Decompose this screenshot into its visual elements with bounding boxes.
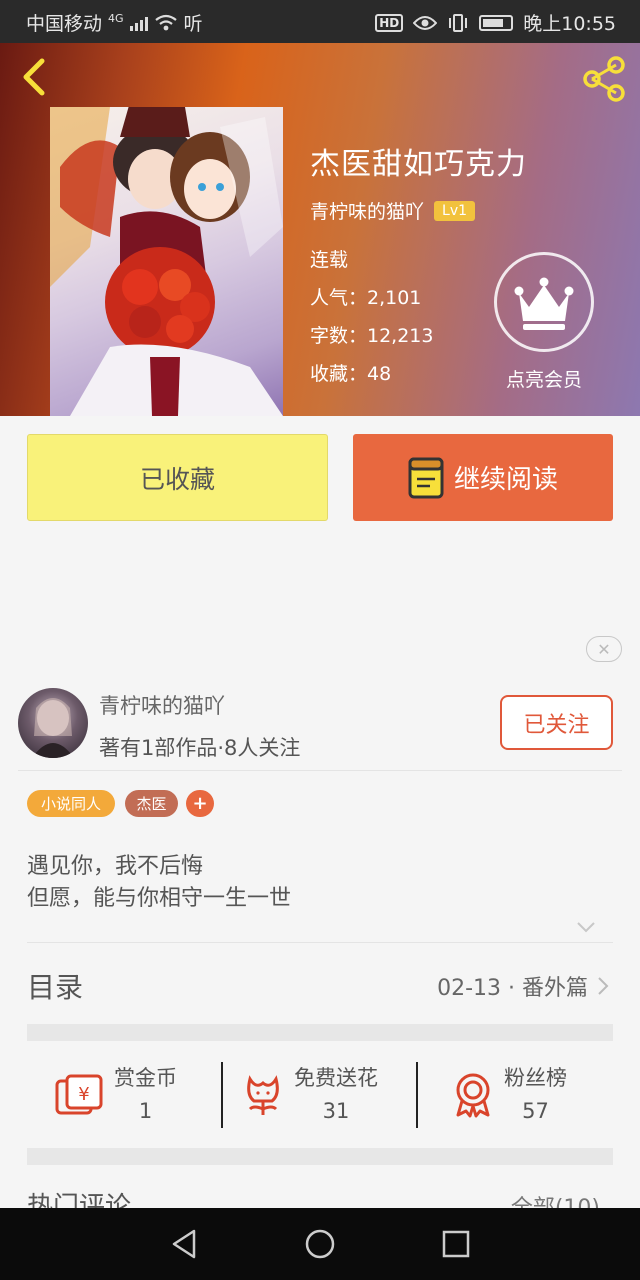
- divider: [27, 942, 613, 943]
- description-line-2: 但愿，能与你相守一生一世: [27, 886, 292, 911]
- nav-recents-icon[interactable]: [442, 1230, 470, 1258]
- serial-status: 连载: [310, 249, 349, 271]
- battery-icon: [479, 14, 514, 31]
- flower-icon: [247, 1075, 279, 1115]
- vip-button[interactable]: [494, 252, 594, 352]
- chevron-right-icon: [598, 977, 609, 995]
- book-author[interactable]: 青柠味的猫吖 Lv1: [310, 197, 476, 224]
- cover-illustration: [50, 107, 283, 416]
- reward-coin-button[interactable]: ¥ 赏金币 1: [54, 1062, 177, 1128]
- fan-ranking-label: 粉丝榜: [504, 1066, 567, 1090]
- tag-fan-fiction[interactable]: 小说同人: [27, 790, 115, 817]
- vip-label[interactable]: 点亮会员: [494, 365, 594, 392]
- author-name[interactable]: 青柠味的猫吖: [310, 197, 424, 224]
- fan-ranking-count: 57: [522, 1099, 549, 1123]
- medal-icon: [456, 1073, 490, 1118]
- share-icon[interactable]: [578, 53, 630, 105]
- continue-reading-label: 继续阅读: [453, 465, 558, 495]
- continue-reading-button[interactable]: 继续阅读: [353, 434, 613, 521]
- catalog-label[interactable]: 目录: [27, 966, 83, 1006]
- crown-icon: [514, 277, 574, 330]
- reward-coin-count: 1: [138, 1099, 153, 1123]
- author-card-stats: 著有1部作品·8人关注: [99, 736, 301, 760]
- section-separator: [27, 1148, 613, 1165]
- close-icon[interactable]: ✕: [586, 636, 622, 662]
- popularity-stat: 人气：2,101: [310, 287, 422, 309]
- author-card-name[interactable]: 青柠味的猫吖: [99, 690, 225, 720]
- author-level-badge: Lv1: [434, 200, 476, 221]
- avatar-image: [32, 698, 74, 758]
- divider: [18, 770, 622, 771]
- carrier-label: 中国移动: [26, 13, 103, 35]
- book-icon: [408, 457, 444, 498]
- stat-divider: [221, 1062, 223, 1128]
- clock: 晚上10:55: [523, 13, 616, 35]
- status-bar: 中国移动 4G 听 HD 晚上10:55: [0, 0, 640, 43]
- latest-chapter[interactable]: 02-13 · 番外篇: [437, 970, 610, 1002]
- word-count-stat: 字数：12,213: [310, 325, 434, 347]
- vibrate-icon: [449, 13, 468, 32]
- book-header: 杰医甜如巧克力 青柠味的猫吖 Lv1 连载 人气：2,101 字数：12,213…: [0, 43, 640, 416]
- system-nav-bar: [0, 1208, 640, 1280]
- nav-back-icon[interactable]: [170, 1228, 198, 1260]
- signal-icon: [129, 15, 148, 31]
- send-flower-count: 31: [322, 1099, 350, 1123]
- section-separator: [27, 1024, 613, 1041]
- avatar[interactable]: [18, 688, 88, 758]
- send-flower-label: 免费送花: [294, 1066, 378, 1090]
- favorited-button[interactable]: 已收藏: [27, 434, 328, 521]
- expand-chevron-icon[interactable]: [576, 920, 596, 934]
- description-line-1: 遇见你，我不后悔: [27, 854, 204, 879]
- hd-icon: HD: [375, 13, 404, 32]
- back-icon[interactable]: [14, 55, 54, 99]
- follow-label: 已关注: [523, 712, 590, 738]
- reward-coin-icon: ¥: [55, 1074, 103, 1115]
- network-type: 4G: [108, 12, 124, 25]
- listen-label: 听: [183, 13, 203, 35]
- wifi-icon: [154, 14, 177, 30]
- nav-home-icon[interactable]: [304, 1228, 336, 1260]
- favorites-stat: 收藏：48: [310, 363, 392, 385]
- stat-divider: [416, 1062, 418, 1128]
- eye-icon: [413, 15, 438, 30]
- book-title: 杰医甜如巧克力: [310, 147, 527, 182]
- latest-chapter-label: 02-13 · 番外篇: [437, 976, 588, 1001]
- add-tag-button[interactable]: +: [186, 790, 214, 817]
- follow-button[interactable]: 已关注: [500, 695, 613, 750]
- reward-coin-label: 赏金币: [114, 1066, 177, 1090]
- fan-ranking-button[interactable]: 粉丝榜 57: [452, 1062, 567, 1128]
- favorited-label: 已收藏: [139, 464, 215, 494]
- svg-text:¥: ¥: [78, 1084, 89, 1105]
- book-cover[interactable]: [50, 107, 283, 416]
- send-flower-button[interactable]: 免费送花 31: [242, 1062, 378, 1128]
- tag-jie-yi[interactable]: 杰医: [125, 790, 178, 817]
